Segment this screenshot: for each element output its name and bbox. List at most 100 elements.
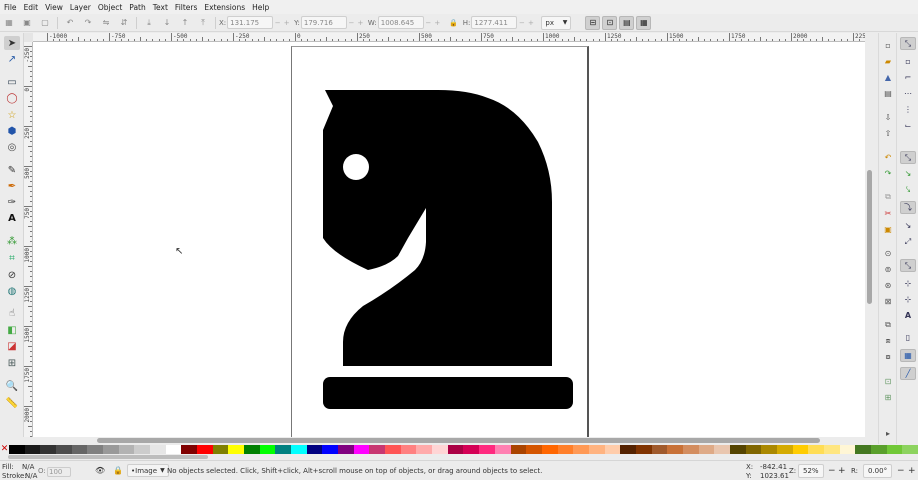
zoom-in-button[interactable]: + <box>838 466 846 476</box>
color-swatch[interactable] <box>588 445 605 454</box>
gradient-tool-icon[interactable]: ◧ <box>4 323 20 337</box>
spray-tool-icon[interactable]: ⁂ <box>4 234 20 248</box>
color-swatch[interactable] <box>181 445 198 454</box>
color-swatch[interactable] <box>134 445 151 454</box>
select-all-layers-icon[interactable]: ▣ <box>21 17 33 29</box>
color-swatch[interactable] <box>385 445 401 454</box>
color-swatch[interactable] <box>103 445 119 454</box>
zoom-page-icon[interactable]: ⊛ <box>882 279 894 291</box>
rotate-input[interactable]: 0.00° <box>863 464 893 478</box>
color-swatch[interactable] <box>855 445 871 454</box>
color-swatch[interactable] <box>353 445 370 454</box>
chess-knight-drawing[interactable] <box>33 42 865 437</box>
color-swatch[interactable] <box>275 445 292 454</box>
y-input[interactable]: 179.716 <box>300 16 347 29</box>
color-swatch[interactable] <box>886 445 903 454</box>
color-swatch[interactable] <box>212 445 229 454</box>
palette-scrollbar-thumb[interactable] <box>8 455 208 459</box>
snap-path-icon[interactable]: ↘ <box>900 167 916 180</box>
color-swatch[interactable] <box>510 445 527 454</box>
color-swatch[interactable] <box>432 445 448 454</box>
snap-bbox-midpoint-icon[interactable]: ⋯ <box>900 87 916 100</box>
rotate-increment-button[interactable]: + <box>908 466 916 476</box>
menu-filters[interactable]: Filters <box>175 3 197 12</box>
h-increment-button[interactable]: + <box>526 19 535 27</box>
layer-select[interactable]: •Image ▼ <box>127 464 169 477</box>
color-swatch[interactable] <box>165 445 182 454</box>
lock-icon[interactable]: 🔒 <box>448 17 460 29</box>
snap-others-icon[interactable]: ⤡ <box>900 259 916 272</box>
layer-lock-icon[interactable]: 🔒 <box>113 466 123 475</box>
w-input[interactable]: 1008.645 <box>377 16 424 29</box>
snap-grid-icon[interactable]: ▦ <box>900 349 916 362</box>
group-icon[interactable]: ⊡ <box>882 375 894 387</box>
color-swatch[interactable] <box>24 445 41 454</box>
snap-bbox-icon[interactable]: ▫ <box>900 55 916 68</box>
canvas[interactable]: ↖ <box>33 42 865 437</box>
chevron-right-icon[interactable]: ▸ <box>882 427 894 439</box>
color-swatch[interactable] <box>56 445 72 454</box>
snap-bbox-edge-midpoint-icon[interactable]: ⌙ <box>900 119 916 132</box>
undo-icon[interactable]: ↶ <box>882 151 894 163</box>
menu-edit[interactable]: Edit <box>24 3 39 12</box>
zoom-page-width-icon[interactable]: ⊠ <box>882 295 894 307</box>
color-swatch[interactable] <box>682 445 699 454</box>
snap-nodes-icon[interactable]: ⤡ <box>900 151 916 164</box>
vertical-scrollbar[interactable] <box>865 42 874 437</box>
snap-intersection-icon[interactable]: ⤥ <box>900 183 916 196</box>
mesh-tool-icon[interactable]: ⌗ <box>4 251 20 265</box>
pencil-tool-icon[interactable]: ✎ <box>4 163 20 177</box>
fill-indicator[interactable]: N/A <box>22 463 34 471</box>
color-swatch[interactable] <box>620 445 636 454</box>
pen-tool-icon[interactable]: ✒ <box>4 179 20 193</box>
color-swatch[interactable] <box>698 445 715 454</box>
snap-text-baseline-icon[interactable]: A <box>900 309 916 322</box>
color-swatch[interactable] <box>870 445 887 454</box>
horizontal-scrollbar[interactable] <box>33 437 865 444</box>
transform-patterns-toggle[interactable]: ▦ <box>636 15 652 30</box>
h-decrement-button[interactable]: − <box>517 19 526 27</box>
horizontal-scrollbar-thumb[interactable] <box>97 438 820 443</box>
snap-bbox-center-icon[interactable]: ⋮ <box>900 103 916 116</box>
menu-extensions[interactable]: Extensions <box>204 3 245 12</box>
x-input[interactable]: 131.175 <box>227 16 274 29</box>
x-increment-button[interactable]: + <box>282 19 291 27</box>
flip-horizontal-icon[interactable]: ⇋ <box>100 17 112 29</box>
color-swatch[interactable] <box>792 445 809 454</box>
export-icon[interactable]: ⇧ <box>882 127 894 139</box>
duplicate-icon[interactable]: ⧉ <box>882 319 894 331</box>
calligraphy-tool-icon[interactable]: ✑ <box>4 195 20 209</box>
rotate-ccw-icon[interactable]: ↶ <box>64 17 76 29</box>
opacity-input[interactable]: 100 <box>47 467 72 477</box>
cut-icon[interactable]: ✂ <box>882 207 894 219</box>
new-document-icon[interactable]: ▫ <box>882 39 894 51</box>
menu-file[interactable]: File <box>4 3 17 12</box>
color-swatch[interactable] <box>761 445 777 454</box>
y-decrement-button[interactable]: − <box>347 19 356 27</box>
snap-guide-icon[interactable]: ╱ <box>900 367 916 380</box>
print-icon[interactable]: ▤ <box>882 87 894 99</box>
horizontal-ruler[interactable]: -1000 -750 -500 -250 0 250 500 750 1000 1250 1500 1… <box>33 33 865 42</box>
clone-icon[interactable]: ⧈ <box>882 335 894 347</box>
connector-tool-icon[interactable]: ⊞ <box>4 356 20 370</box>
scale-stroke-toggle[interactable]: ⊟ <box>585 15 601 30</box>
snap-object-center-icon[interactable]: ⊹ <box>900 277 916 290</box>
menu-object[interactable]: Object <box>98 3 122 12</box>
color-swatch[interactable] <box>651 445 668 454</box>
color-swatch[interactable] <box>228 445 245 454</box>
x-decrement-button[interactable]: − <box>273 19 282 27</box>
color-swatch[interactable] <box>667 445 683 454</box>
ungroup-icon[interactable]: ⊞ <box>882 391 894 403</box>
tweak-tool-icon[interactable]: ☝ <box>4 306 20 320</box>
layer-visibility-icon[interactable]: 👁 <box>95 466 105 475</box>
node-tool-icon[interactable]: ↗ <box>4 52 20 66</box>
h-input[interactable]: 1277.411 <box>471 16 518 29</box>
color-swatch[interactable] <box>306 445 323 454</box>
color-swatch[interactable] <box>291 445 307 454</box>
color-swatch[interactable] <box>573 445 589 454</box>
no-paint-swatch[interactable]: ✕ <box>0 444 9 454</box>
snap-page-border-icon[interactable]: ▯ <box>900 331 916 344</box>
color-swatch[interactable] <box>494 445 511 454</box>
w-increment-button[interactable]: + <box>433 19 442 27</box>
redo-icon[interactable]: ↷ <box>882 167 894 179</box>
